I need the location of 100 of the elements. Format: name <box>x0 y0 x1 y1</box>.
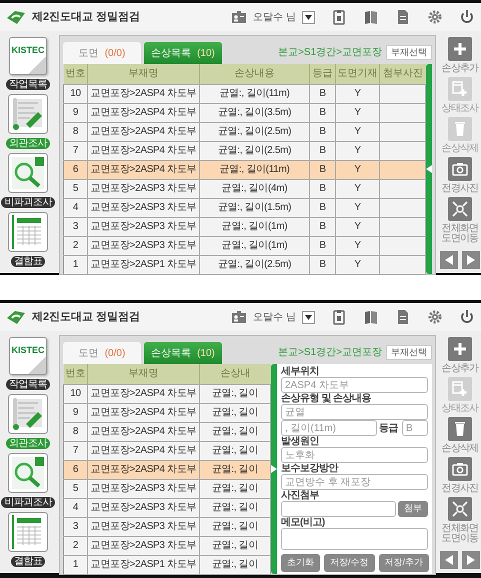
photo-button[interactable] <box>448 157 472 181</box>
dropdown-button[interactable] <box>302 10 315 24</box>
field-label: 메모(비고) <box>281 517 326 528</box>
logo[interactable]: KISTEC <box>9 37 47 75</box>
fullscreen-button[interactable] <box>448 497 472 521</box>
button-label: 손상삭제 <box>440 444 480 454</box>
table-row[interactable]: 9 교면포장>2ASP4 차도부 균열:, 길이 <box>64 403 270 422</box>
plus-icon <box>452 41 468 57</box>
settings-icon[interactable] <box>427 9 443 25</box>
panel-toggle[interactable] <box>271 364 277 574</box>
form-button[interactable]: 저장/추가 <box>378 554 430 572</box>
table-row[interactable]: 3 교면포장>2ASP3 차도부 균열:, 길이 <box>64 517 270 536</box>
nav-label[interactable]: 결함표 <box>10 556 46 567</box>
scroll-map-icon[interactable] <box>8 94 48 134</box>
nav-label[interactable]: 작업목록 <box>6 79 50 90</box>
add-button[interactable] <box>448 337 472 361</box>
table-cell: 균열:, 길이 <box>200 422 270 441</box>
table-cell: 교면포장>2ASP4 차도부 <box>88 160 200 179</box>
nav-label[interactable]: 외관조사 <box>6 138 50 149</box>
table-cell: Y <box>336 217 380 236</box>
table-row[interactable]: 2 교면포장>2ASP3 차도부 균열:, 길이(1m) B Y <box>64 236 426 255</box>
clipboard-icon[interactable] <box>331 309 347 325</box>
table-cell: 교면포장>2ASP4 차도부 <box>88 141 200 160</box>
table-cell: 1 <box>64 555 88 574</box>
magnifier-icon[interactable] <box>8 153 48 193</box>
button-label: 전경사진 <box>440 184 480 194</box>
previous-button[interactable] <box>440 551 458 569</box>
table-cell: B <box>310 160 336 179</box>
table-row[interactable]: 6 교면포장>2ASP4 차도부 균열:, 길이(11m) B Y <box>64 160 426 179</box>
clipboard-icon[interactable] <box>331 9 347 25</box>
spreadsheet-icon[interactable] <box>8 512 48 552</box>
table-cell: Y <box>336 198 380 217</box>
table-row[interactable]: 8 교면포장>2ASP4 차도부 균열:, 길이 <box>64 422 270 441</box>
table-row[interactable]: 5 교면포장>2ASP3 차도부 균열:, 길이 <box>64 479 270 498</box>
add-button[interactable] <box>448 37 472 61</box>
table-cell: 교면포장>2ASP4 차도부 <box>88 122 200 141</box>
user-name: 오달수 님 <box>253 310 296 324</box>
table-cell: 3 <box>64 217 88 236</box>
spreadsheet-icon[interactable] <box>8 212 48 252</box>
table-cell: B <box>310 122 336 141</box>
select-button[interactable]: 부재선택 <box>386 45 432 60</box>
previous-button[interactable] <box>440 251 458 269</box>
table-cell: 교면포장>2ASP3 차도부 <box>88 236 200 255</box>
table-row[interactable]: 9 교면포장>2ASP4 차도부 균열:, 길이(3.5m) B Y <box>64 103 426 122</box>
table-row[interactable]: 1 교면포장>2ASP1 차도부 균열:, 길이 <box>64 555 270 574</box>
settings-icon[interactable] <box>427 309 443 325</box>
table-row[interactable]: 4 교면포장>2ASP3 차도부 균열:, 길이 <box>64 498 270 517</box>
book-icon[interactable] <box>363 9 379 25</box>
power-icon[interactable] <box>459 9 475 25</box>
dropdown-button[interactable] <box>302 310 315 324</box>
table-row[interactable]: 3 교면포장>2ASP3 차도부 균열:, 길이(1m) B Y <box>64 217 426 236</box>
table-cell: 교면포장>2ASP3 차도부 <box>88 217 200 236</box>
power-icon[interactable] <box>459 309 475 325</box>
next-button[interactable] <box>462 251 480 269</box>
column-header: 첨부사진 <box>380 64 426 84</box>
table-row[interactable]: 7 교면포장>2ASP4 차도부 균열:, 길이(2.5m) B Y <box>64 141 426 160</box>
table-row[interactable]: 4 교면포장>2ASP3 차도부 균열:, 길이(1.5m) B Y <box>64 198 426 217</box>
document-icon[interactable] <box>395 309 411 325</box>
form-button[interactable]: 저장/수정 <box>324 554 375 572</box>
nav-label[interactable]: 비파괴조사 <box>1 497 55 508</box>
table-row[interactable]: 7 교면포장>2ASP4 차도부 균열:, 길이 <box>64 441 270 460</box>
table-row[interactable]: 8 교면포장>2ASP4 차도부 균열:, 길이(2.5m) B Y <box>64 122 426 141</box>
table-row[interactable]: 10 교면포장>2ASP4 차도부 균열:, 길이 <box>64 384 270 403</box>
table-row[interactable]: 6 교면포장>2ASP4 차도부 균열:, 길이 <box>64 460 270 479</box>
fullscreen-button[interactable] <box>448 197 472 221</box>
table-cell: 6 <box>64 160 88 179</box>
caret-icon <box>305 14 312 20</box>
photo-button[interactable] <box>448 457 472 481</box>
panel-toggle[interactable] <box>426 64 432 274</box>
button-label: 손상삭제 <box>440 144 480 154</box>
nav-label[interactable]: 작업목록 <box>6 379 50 390</box>
left-arrow-icon <box>445 255 453 265</box>
form-button[interactable]: 초기화 <box>281 554 320 572</box>
document-icon[interactable] <box>395 9 411 25</box>
book-icon[interactable] <box>363 309 379 325</box>
next-button[interactable] <box>462 551 480 569</box>
nav-label[interactable]: 결함표 <box>10 256 46 267</box>
table-row[interactable]: 10 교면포장>2ASP4 차도부 균열:, 길이(11m) B Y <box>64 84 426 103</box>
table-cell: Y <box>336 179 380 198</box>
table-cell: 교면포장>2ASP4 차도부 <box>88 460 200 479</box>
nav-label[interactable]: 비파괴조사 <box>1 197 55 208</box>
input-field[interactable] <box>281 501 396 517</box>
delete-button[interactable] <box>448 417 472 441</box>
table-cell: 균열:, 길이 <box>200 479 270 498</box>
table-cell: 2 <box>64 236 88 255</box>
memo-field[interactable] <box>281 528 428 550</box>
select-button[interactable]: 부재선택 <box>386 345 432 360</box>
button-label: 상태조사 <box>440 404 480 414</box>
tab[interactable]: 손상목록 (10) <box>144 342 222 364</box>
magnifier-icon[interactable] <box>8 453 48 493</box>
table-row[interactable]: 5 교면포장>2ASP3 차도부 균열:, 길이(4m) B Y <box>64 179 426 198</box>
scroll-map-icon[interactable] <box>8 394 48 434</box>
app-logo-icon <box>6 9 26 25</box>
table-row[interactable]: 1 교면포장>2ASP1 차도부 균열:, 길이(2.5m) B Y <box>64 255 426 274</box>
tab[interactable]: 손상목록 (10) <box>144 42 222 64</box>
column-header: 손상내 <box>200 364 270 384</box>
nav-label[interactable]: 외관조사 <box>6 438 50 449</box>
table-row[interactable]: 2 교면포장>2ASP3 차도부 균열:, 길이 <box>64 536 270 555</box>
logo[interactable]: KISTEC <box>9 337 47 375</box>
attach-button[interactable]: 첨부 <box>398 501 428 517</box>
